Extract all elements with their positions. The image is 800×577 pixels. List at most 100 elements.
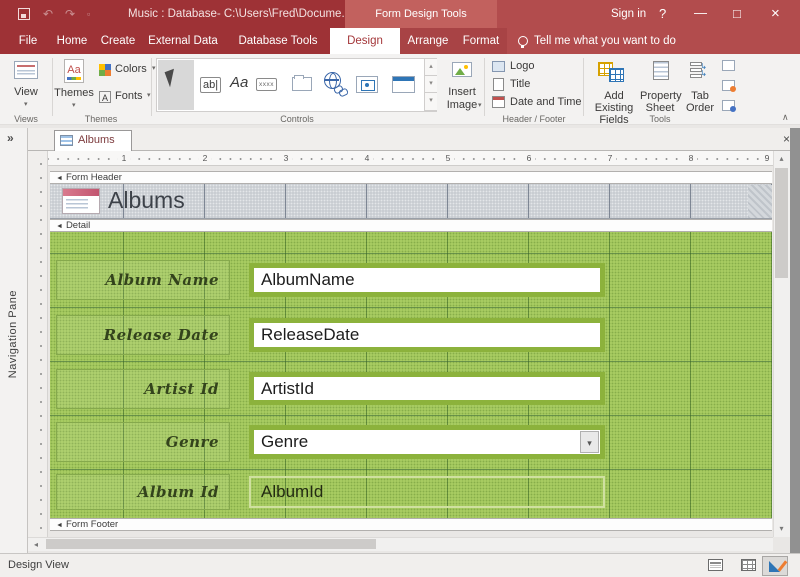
field-combobox-genre[interactable]: Genre ▾ bbox=[249, 425, 605, 459]
tab-arrange[interactable]: Arrange bbox=[400, 28, 456, 54]
form-footer-section-label: Form Footer bbox=[66, 519, 118, 530]
subform-control-button[interactable] bbox=[392, 76, 415, 93]
view-code-button[interactable] bbox=[722, 80, 735, 91]
expand-navigation-pane-icon[interactable]: » bbox=[7, 131, 14, 145]
tab-file[interactable]: File bbox=[8, 28, 48, 54]
insert-image-icon bbox=[452, 62, 472, 77]
property-sheet-button[interactable]: Property Sheet bbox=[640, 90, 680, 114]
views-group-label: Views bbox=[4, 113, 48, 125]
context-tools-label: Form Design Tools bbox=[345, 0, 497, 28]
button-control-button[interactable]: xxxx bbox=[256, 78, 277, 91]
vertical-ruler[interactable] bbox=[28, 151, 48, 537]
colors-icon bbox=[99, 64, 111, 76]
convert-macros-button[interactable] bbox=[722, 100, 735, 111]
view-dropdown-icon[interactable]: ▾ bbox=[24, 100, 28, 108]
tab-order-icon: ↳↳ bbox=[690, 62, 707, 78]
tab-external-data[interactable]: External Data bbox=[140, 28, 226, 54]
insert-image-button[interactable]: Insert bbox=[440, 86, 484, 98]
document-tab-label[interactable]: Albums bbox=[78, 131, 115, 150]
date-time-icon bbox=[492, 96, 505, 108]
horizontal-ruler[interactable] bbox=[48, 151, 773, 166]
field-textbox-albumname[interactable]: AlbumName bbox=[249, 263, 605, 297]
form-title-label[interactable]: Albums bbox=[108, 187, 185, 214]
date-time-button[interactable]: Date and Time bbox=[510, 94, 582, 110]
undo-icon[interactable]: ↶ bbox=[43, 0, 53, 28]
navigation-pane-label[interactable]: Navigation Pane bbox=[7, 290, 19, 378]
header-footer-group-label: Header / Footer bbox=[486, 113, 582, 125]
restore-icon[interactable]: □ bbox=[733, 0, 741, 28]
colors-dropdown-icon[interactable]: ▾ bbox=[152, 64, 156, 72]
title-button[interactable]: Title bbox=[510, 76, 530, 92]
controls-scroll-up-button[interactable]: ▴ bbox=[424, 59, 437, 76]
tab-home[interactable]: Home bbox=[50, 28, 94, 54]
colors-button[interactable]: Colors bbox=[115, 61, 147, 77]
tellme-lightbulb-icon bbox=[518, 36, 528, 46]
field-textbox-releasedate[interactable]: ReleaseDate bbox=[249, 318, 605, 352]
form-logo-placeholder[interactable] bbox=[62, 188, 100, 214]
tab-order-button[interactable]: Tab Order bbox=[682, 90, 718, 114]
ruler-number: 2 bbox=[199, 152, 211, 165]
textbox-control-button[interactable]: ab| bbox=[200, 77, 221, 93]
field-label-release-date[interactable]: Release Date bbox=[56, 315, 230, 355]
field-label-artist-id[interactable]: Artist Id bbox=[56, 369, 230, 409]
design-view-button[interactable] bbox=[762, 556, 788, 576]
themes-button[interactable]: Themes bbox=[53, 87, 95, 99]
subform-new-window-button[interactable] bbox=[722, 60, 735, 71]
collapse-ribbon-icon[interactable]: ∧ bbox=[782, 112, 789, 123]
ruler-number: 4 bbox=[361, 152, 373, 165]
fonts-dropdown-icon[interactable]: ▾ bbox=[147, 91, 151, 99]
redo-icon[interactable]: ↷ bbox=[65, 0, 75, 28]
sign-in-button[interactable]: Sign in bbox=[611, 0, 646, 28]
minimize-icon[interactable]: — bbox=[694, 0, 707, 27]
field-label-album-id[interactable]: Album Id bbox=[56, 474, 230, 510]
controls-group-label: Controls bbox=[156, 113, 438, 125]
close-document-icon[interactable]: × bbox=[783, 132, 790, 146]
save-icon[interactable] bbox=[18, 8, 30, 20]
title-icon bbox=[493, 78, 504, 91]
field-label-album-name[interactable]: Album Name bbox=[56, 260, 230, 300]
window-title: Music : Database- C:\Users\Fred\Docume..… bbox=[128, 0, 351, 28]
insert-image-dropdown-icon[interactable]: ▾ bbox=[478, 101, 482, 109]
form-header-section-bar[interactable]: ◄Form Header bbox=[50, 171, 772, 184]
tellme-box[interactable]: Tell me what you want to do bbox=[534, 28, 676, 54]
ruler-number: 9 bbox=[762, 152, 772, 165]
scroll-left-icon[interactable]: ◂ bbox=[29, 539, 43, 550]
controls-scroll-down-button[interactable]: ▾ bbox=[424, 76, 437, 93]
scroll-up-icon[interactable]: ▴ bbox=[774, 152, 789, 166]
controls-more-button[interactable]: ▾ bbox=[424, 93, 437, 111]
quick-access-more-icon[interactable]: ▫ bbox=[87, 0, 90, 28]
form-view-button[interactable] bbox=[708, 559, 723, 571]
web-browser-control-button[interactable] bbox=[356, 76, 378, 93]
horizontal-scrollbar-thumb[interactable] bbox=[46, 539, 376, 549]
property-sheet-icon bbox=[653, 61, 669, 80]
vertical-scrollbar-thumb[interactable] bbox=[775, 168, 788, 278]
scroll-down-icon[interactable]: ▾ bbox=[774, 522, 789, 536]
datasheet-view-button[interactable] bbox=[741, 559, 756, 571]
logo-button[interactable]: Logo bbox=[510, 58, 534, 74]
label-control-button[interactable]: Aa bbox=[230, 74, 248, 91]
tab-database-tools[interactable]: Database Tools bbox=[226, 28, 330, 54]
tab-control-button[interactable] bbox=[292, 77, 312, 91]
close-icon[interactable]: × bbox=[771, 0, 780, 28]
field-label-genre[interactable]: Genre bbox=[56, 422, 230, 462]
view-button[interactable]: View bbox=[6, 86, 46, 98]
help-icon[interactable]: ? bbox=[659, 0, 666, 28]
tab-design[interactable]: Design bbox=[330, 28, 400, 54]
form-object-icon bbox=[60, 135, 73, 146]
section-marker-icon: ◄ bbox=[56, 522, 63, 529]
window-edge bbox=[790, 128, 800, 553]
tab-format[interactable]: Format bbox=[456, 28, 506, 54]
tab-create[interactable]: Create bbox=[94, 28, 142, 54]
form-footer-section-bar[interactable]: ◄Form Footer bbox=[50, 518, 772, 531]
themes-dropdown-icon[interactable]: ▾ bbox=[72, 101, 76, 109]
combo-dropdown-button[interactable]: ▾ bbox=[580, 431, 599, 453]
ruler-number: 1 bbox=[118, 152, 130, 165]
fonts-button[interactable]: Fonts bbox=[115, 88, 143, 104]
detail-section-label: Detail bbox=[66, 220, 90, 231]
view-button-icon bbox=[14, 61, 38, 79]
access-window: ↶ ↷ ▫ Music : Database- C:\Users\Fred\Do… bbox=[0, 0, 800, 577]
detail-section-bar[interactable]: ◄Detail bbox=[50, 219, 772, 232]
field-textbox-artistid[interactable]: ArtistId bbox=[249, 372, 605, 405]
ruler-number: 6 bbox=[523, 152, 535, 165]
field-textbox-albumid[interactable]: AlbumId bbox=[249, 476, 605, 508]
